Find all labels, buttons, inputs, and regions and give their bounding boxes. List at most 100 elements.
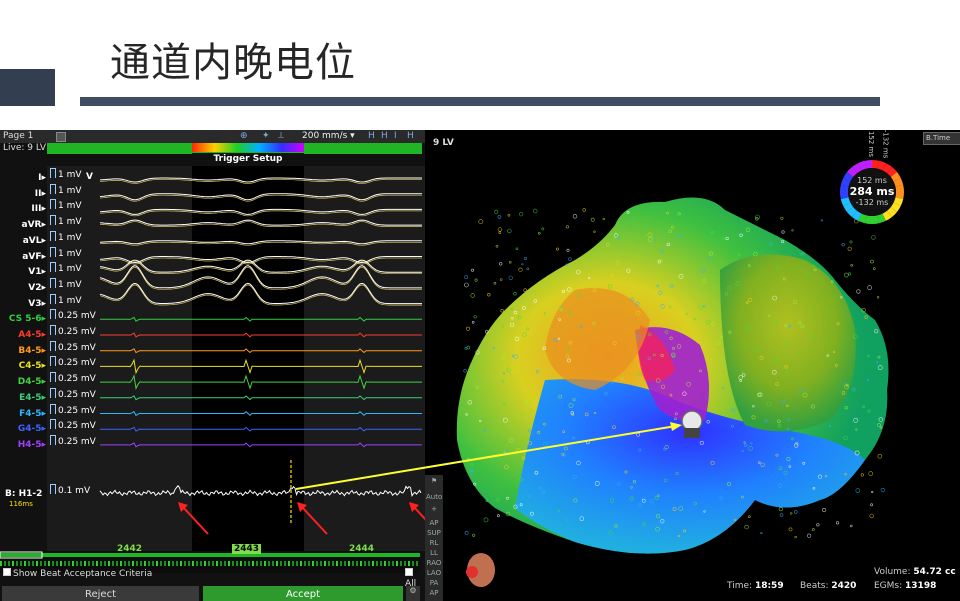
beat-tick: [376, 561, 378, 566]
beats-readout: Beats: 2420: [800, 581, 857, 591]
egm-point: [478, 219, 484, 225]
waveform-trace: [100, 410, 422, 417]
egm-point: [498, 262, 503, 266]
beat-tick: [380, 561, 382, 566]
egm-point: [508, 275, 513, 280]
waveform-trace: [100, 332, 422, 338]
egm-point: [495, 244, 499, 248]
egm-point: [541, 227, 545, 231]
beat-tick: [164, 561, 166, 566]
egm-point: [493, 281, 497, 285]
red-arrow: [412, 505, 425, 521]
beat-tick: [80, 561, 82, 566]
beat-tick: [400, 561, 402, 566]
show-beat-criteria-checkbox[interactable]: Show Beat Acceptance Criteria: [3, 568, 152, 579]
egm-point: [869, 513, 874, 519]
egm-point: [790, 512, 793, 515]
egm-point: [843, 272, 849, 278]
egm-point: [498, 231, 502, 234]
egm-point: [497, 227, 503, 232]
reject-button[interactable]: Reject: [2, 586, 199, 601]
map-type-dropdown[interactable]: B.Time: [923, 132, 960, 145]
waveform-trace: [99, 177, 422, 183]
pin-icon[interactable]: ⚑: [426, 477, 442, 485]
beat-tick: [360, 561, 362, 566]
beat-tick: [56, 561, 58, 566]
beat-tick: [408, 561, 410, 566]
beat-tick: [72, 561, 74, 566]
beat-tick: [208, 561, 210, 566]
beat-tick: [344, 561, 346, 566]
beat-tick: [172, 561, 174, 566]
view-button-plus[interactable]: +: [426, 505, 442, 513]
egm-point: [880, 487, 885, 493]
egm-point: [565, 225, 569, 229]
egm-point: [841, 242, 845, 247]
accept-button[interactable]: Accept: [203, 586, 403, 601]
view-button[interactable]: Auto: [426, 493, 442, 501]
beat-tick: [24, 561, 26, 566]
beat-tick: [416, 561, 418, 566]
beat-tick: [168, 561, 170, 566]
egm-point: [855, 488, 861, 493]
egm-point: [483, 517, 489, 523]
beat-tick: [336, 561, 338, 566]
egm-point: [788, 527, 793, 532]
egm-point: [593, 230, 596, 234]
view-button[interactable]: RL: [426, 539, 442, 547]
egm-point: [471, 320, 475, 324]
egm-point: [867, 285, 872, 290]
egm-point: [871, 235, 876, 240]
egm-point: [538, 232, 541, 235]
view-button[interactable]: LAO: [426, 569, 442, 577]
beat-tick: [352, 561, 354, 566]
beat-tick: [340, 561, 342, 566]
egm-point: [856, 289, 861, 294]
beat-tick: [120, 561, 122, 566]
beat-tick: [96, 561, 98, 566]
beat-tick: [156, 561, 158, 566]
beat-tick: [324, 561, 326, 566]
egm-point: [780, 216, 784, 220]
beat-tick: [392, 561, 394, 566]
egm-point: [807, 533, 812, 538]
beat-tick: [176, 561, 178, 566]
beat-tick: [192, 561, 194, 566]
beat-tick: [8, 561, 10, 566]
view-button[interactable]: AP: [426, 589, 442, 597]
egm-point: [820, 219, 824, 222]
egm-point: [850, 524, 853, 528]
settings-icon[interactable]: ⚙: [406, 586, 420, 601]
view-button[interactable]: LL: [426, 549, 442, 557]
beat-number[interactable]: 2442: [117, 544, 142, 554]
ring-value-bottom: -132 ms: [855, 198, 889, 207]
beat-tick: [232, 561, 234, 566]
beat-tick: [112, 561, 114, 566]
beat-number-selected[interactable]: 2443: [232, 544, 262, 554]
egm-point: [781, 230, 785, 234]
view-button[interactable]: PA: [426, 579, 442, 587]
egm-point: [868, 471, 874, 476]
egm-point: [499, 278, 503, 281]
view-button[interactable]: RAO: [426, 559, 442, 567]
bipolar-trace: [99, 485, 422, 497]
beat-number[interactable]: 2444: [349, 544, 374, 554]
beat-tick: [60, 561, 62, 566]
beat-tick: [296, 561, 298, 566]
egm-point: [848, 272, 852, 276]
waveform-trace: [100, 358, 422, 375]
beat-tick: [104, 561, 106, 566]
egm-point: [515, 247, 519, 251]
view-buttons-panel: ⚑ Auto + AP SUP RL LL RAO LAO PA AP: [425, 475, 443, 601]
view-button[interactable]: SUP: [426, 529, 442, 537]
beat-tick: [268, 561, 270, 566]
map-label: 9 LV: [433, 138, 454, 148]
view-button[interactable]: AP: [426, 519, 442, 527]
beat-tick: [40, 561, 42, 566]
beat-tick: [44, 561, 46, 566]
ring-scale-label: 152 ms: [867, 130, 876, 158]
volume-readout: Volume: 54.72 cc: [874, 567, 956, 577]
beat-tick: [256, 561, 258, 566]
egm-point: [466, 326, 470, 331]
beat-tick: [76, 561, 78, 566]
